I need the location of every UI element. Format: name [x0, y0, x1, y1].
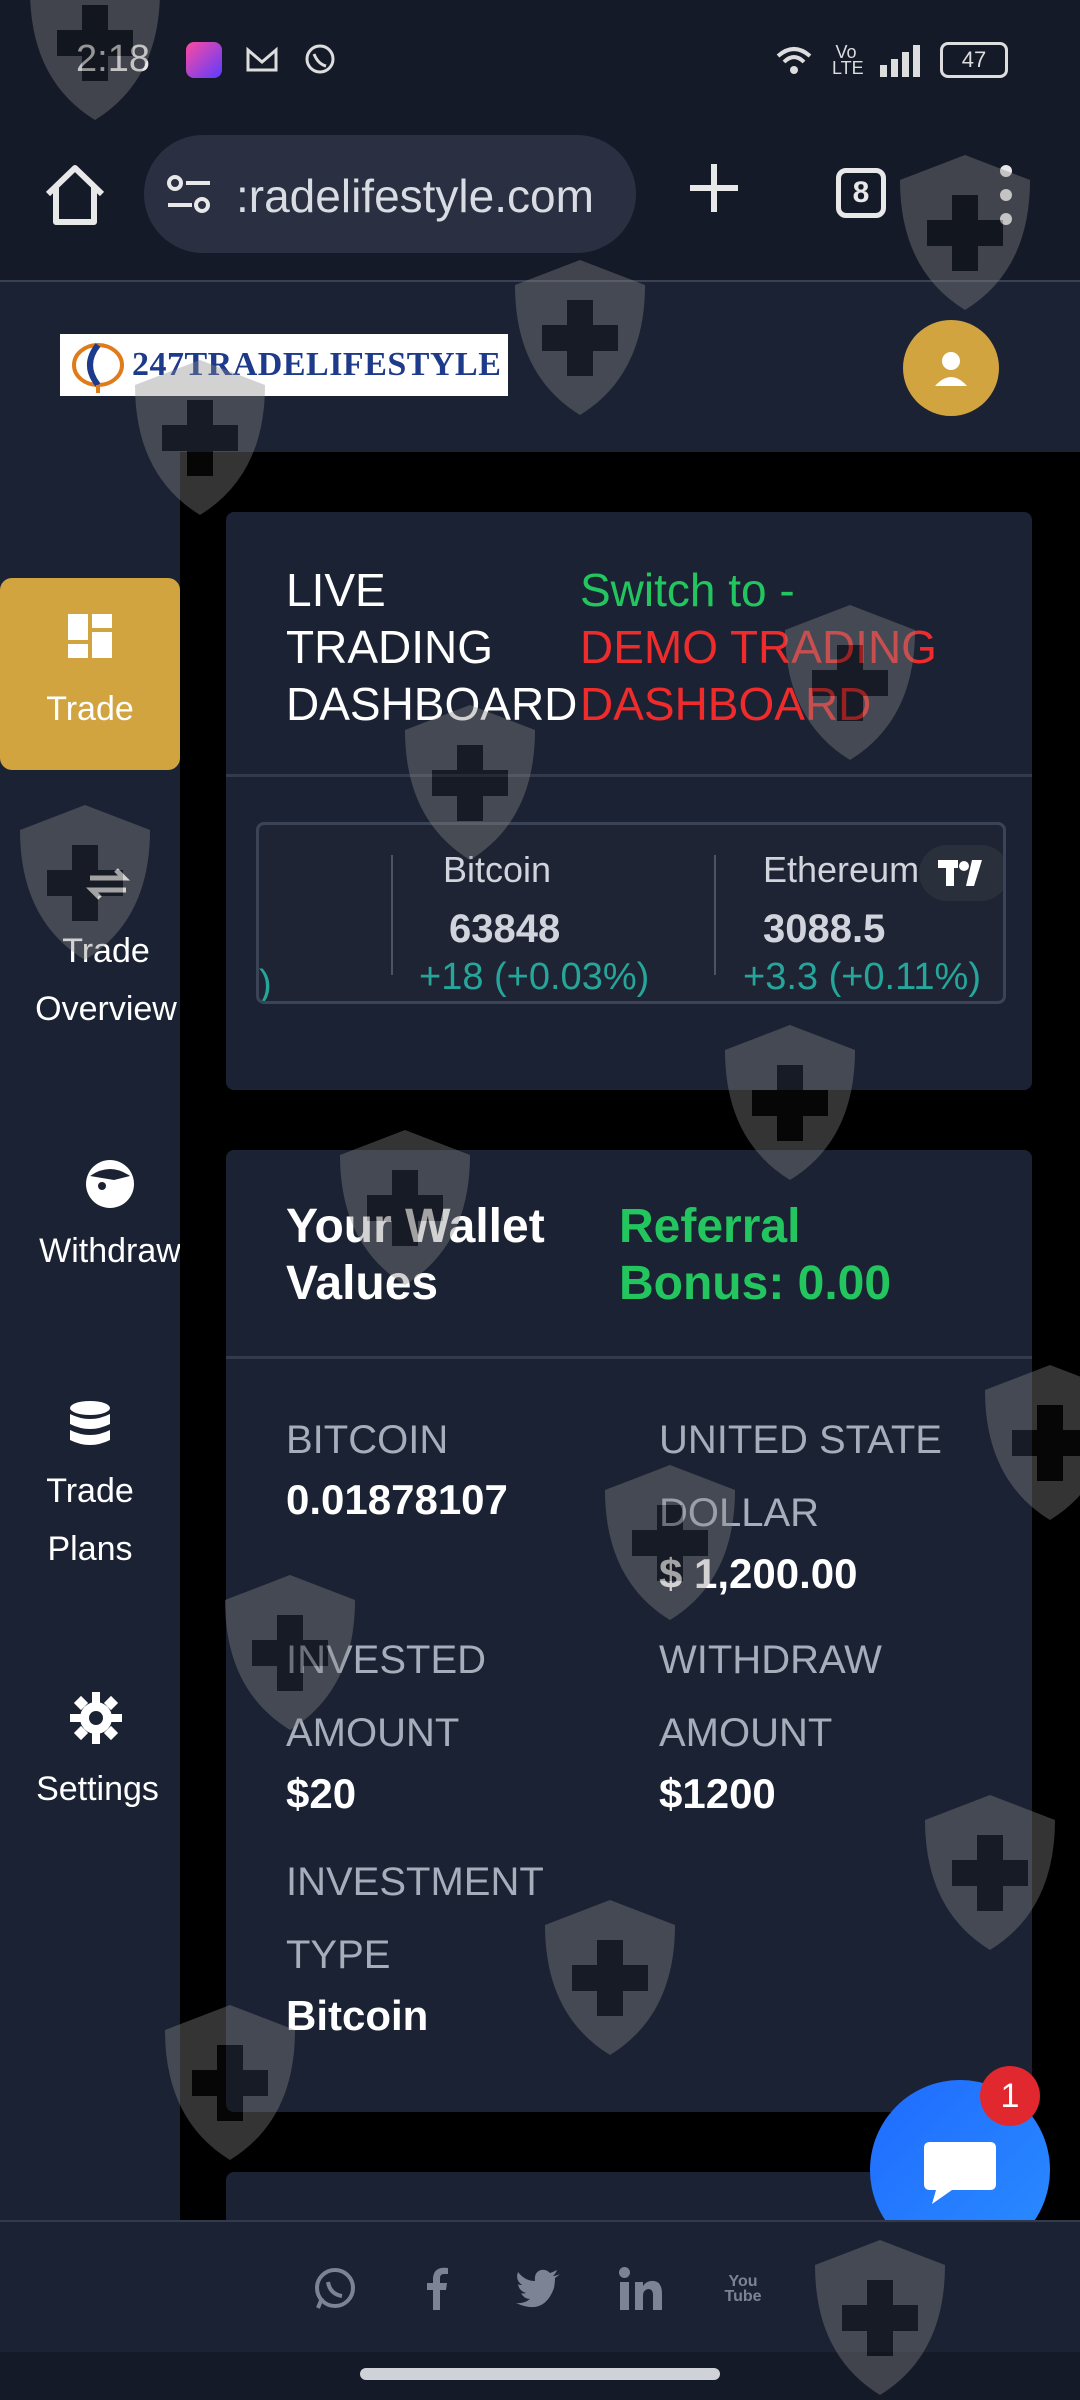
- price-ticker[interactable]: ) Bitcoin 63848 +18 (+0.03%) Ethereum 30…: [256, 822, 1006, 1004]
- dashboard-title: LIVE TRADING DASHBOARD: [286, 564, 578, 730]
- withdraw-face-icon: [86, 1160, 134, 1208]
- sidebar-item-trade-plans[interactable]: Trade Plans: [0, 1400, 180, 1578]
- ticker-change: +3.3 (+0.11%): [743, 956, 982, 998]
- referral-bonus: Referral Bonus: 0.00: [619, 1200, 892, 1310]
- divider: [226, 1356, 1032, 1359]
- chat-notification-badge: 1: [980, 2066, 1040, 2126]
- status-time: 2:18: [76, 38, 150, 80]
- site-settings-icon[interactable]: [166, 173, 212, 215]
- sidebar-item-label: Trade Plans: [46, 1472, 134, 1568]
- site-header: 247TRADELIFESTYLE: [0, 282, 1080, 452]
- logo-text: 247TRADELIFESTYLE: [132, 346, 502, 383]
- ticker-name: Bitcoin: [443, 849, 552, 890]
- ticker-price: 63848: [449, 907, 561, 951]
- notification-icons: [186, 42, 338, 78]
- volte-label: Vo LTE: [832, 42, 864, 78]
- invested-label: INVESTED AMOUNT: [286, 1638, 487, 1755]
- switch-target: DEMO TRADING DASHBOARD: [580, 621, 937, 730]
- wallet-title: Your Wallet Values: [286, 1200, 545, 1310]
- twitter-icon[interactable]: [514, 2264, 564, 2314]
- footer: You Tube: [0, 2220, 1080, 2352]
- gear-icon: [70, 1692, 122, 1744]
- youtube-icon[interactable]: You Tube: [718, 2264, 768, 2314]
- wifi-icon: [776, 47, 812, 74]
- more-options-icon[interactable]: [996, 165, 1016, 225]
- status-bar: 2:18 Vo LTE 47: [0, 0, 1080, 125]
- dashboard-card: LIVE TRADING DASHBOARD Switch to - DEMO …: [226, 512, 1032, 1090]
- whatsapp-icon[interactable]: [310, 2264, 360, 2314]
- social-links: You Tube: [310, 2264, 768, 2314]
- facebook-icon[interactable]: [412, 2264, 462, 2314]
- sidebar-item-label: Trade: [46, 690, 134, 728]
- usd-label: UNITED STATE DOLLAR: [659, 1418, 942, 1535]
- home-icon[interactable]: [40, 160, 110, 230]
- sidebar: Trade Trade Overview Withdraw Trade Plan…: [0, 452, 181, 2222]
- browser-toolbar: :radelifestyle.com 8: [0, 125, 1080, 282]
- withdraw-value: $1200: [659, 1770, 776, 1817]
- investment-type-label: INVESTMENT TYPE: [286, 1860, 544, 1977]
- swap-icon: [85, 868, 131, 900]
- sidebar-item-label: Settings: [36, 1770, 159, 1808]
- main-content: LIVE TRADING DASHBOARD Switch to - DEMO …: [180, 452, 1080, 2272]
- ticker-partial: ): [259, 963, 272, 1004]
- divider: [226, 774, 1032, 777]
- app-notification-icon: [186, 42, 222, 78]
- address-bar[interactable]: :radelifestyle.com: [144, 135, 636, 253]
- sidebar-item-trade[interactable]: Trade: [0, 578, 180, 770]
- linkedin-icon[interactable]: [616, 2264, 666, 2314]
- ticker-change: +18 (+0.03%): [419, 956, 650, 998]
- user-avatar-button[interactable]: [903, 320, 999, 416]
- user-icon: [935, 352, 967, 386]
- sidebar-item-settings[interactable]: Settings: [0, 1692, 195, 1818]
- signal-icon: [880, 45, 920, 77]
- bitcoin-value: 0.01878107: [286, 1476, 508, 1523]
- ticker-separator: [391, 855, 393, 975]
- battery-indicator: 47: [940, 42, 1008, 78]
- wallet-card: Your Wallet Values Referral Bonus: 0.00 …: [226, 1150, 1032, 2112]
- bitcoin-label: BITCOIN: [286, 1418, 449, 1462]
- dashboard-icon: [68, 614, 112, 658]
- withdraw-label: WITHDRAW AMOUNT: [659, 1638, 882, 1755]
- switch-to-demo-link[interactable]: Switch to - DEMO TRADING DASHBOARD: [580, 562, 980, 733]
- invested-value: $20: [286, 1770, 357, 1817]
- usd-value: $ 1,200.00: [659, 1550, 858, 1597]
- gmail-icon: [246, 46, 278, 72]
- system-status-icons: Vo LTE 47: [774, 42, 1008, 78]
- home-indicator[interactable]: [360, 2368, 720, 2380]
- tradingview-logo-icon[interactable]: [919, 845, 1003, 901]
- new-tab-icon[interactable]: [686, 160, 742, 216]
- switch-prefix: Switch to -: [580, 564, 795, 616]
- ticker-separator: [714, 855, 716, 975]
- investment-type-value: Bitcoin: [286, 1992, 429, 2039]
- database-icon: [70, 1401, 110, 1445]
- tab-switcher-button[interactable]: 8: [836, 168, 886, 218]
- ticker-item-bitcoin[interactable]: Bitcoin 63848 +18 (+0.03%): [419, 849, 649, 999]
- site-logo[interactable]: 247TRADELIFESTYLE: [60, 334, 508, 396]
- viber-icon: [305, 44, 335, 74]
- url-text: :radelifestyle.com: [236, 170, 594, 222]
- ticker-price: 3088.5: [763, 907, 886, 951]
- logo-globe-icon: [72, 343, 124, 393]
